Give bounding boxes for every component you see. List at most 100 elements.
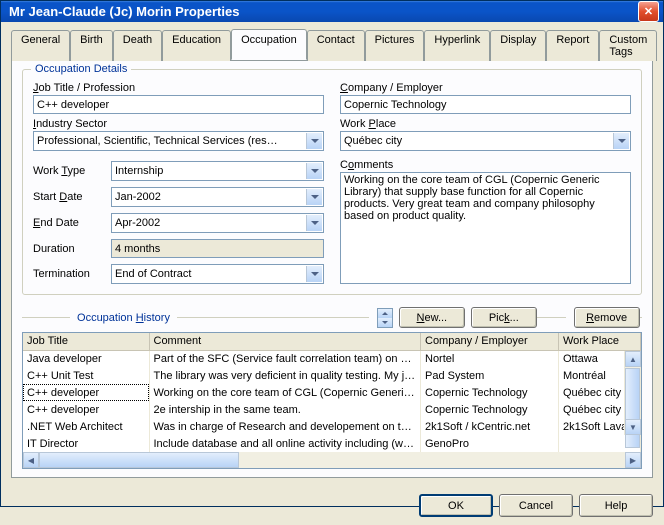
cancel-button[interactable]: Cancel	[499, 494, 573, 517]
history-grid[interactable]: Job Title Comment Company / Employer Wor…	[23, 333, 641, 452]
table-cell: Was in charge of Research and developeme…	[149, 418, 421, 435]
tab-pictures[interactable]: Pictures	[365, 30, 425, 61]
tab-contact[interactable]: Contact	[307, 30, 365, 61]
job-title-label: Job Title / Profession	[33, 82, 324, 94]
chevron-down-icon[interactable]	[613, 133, 629, 149]
ok-button[interactable]: OK	[419, 494, 493, 517]
table-row[interactable]: IT DirectorInclude database and all onli…	[23, 435, 641, 452]
table-row[interactable]: .NET Web ArchitectWas in charge of Resea…	[23, 418, 641, 435]
table-cell: Pad System	[421, 367, 559, 384]
spin-down-icon[interactable]	[378, 318, 392, 327]
table-cell: Java developer	[23, 350, 149, 367]
chevron-down-icon[interactable]	[306, 189, 322, 205]
table-cell: Working on the core team of CGL (Coperni…	[149, 384, 421, 401]
company-label: Company / Employer	[340, 82, 631, 94]
table-cell: Include database and all online activity…	[149, 435, 421, 452]
table-row[interactable]: Java developerPart of the SFC (Service f…	[23, 350, 641, 367]
properties-window: Mr Jean-Claude (Jc) Morin Properties ✕ G…	[0, 0, 664, 507]
col-company[interactable]: Company / Employer	[421, 333, 559, 350]
industry-value: Professional, Scientific, Technical Serv…	[37, 135, 305, 147]
startdate-label: Start Date	[33, 191, 111, 203]
pick-button[interactable]: Pick...	[471, 307, 537, 328]
chevron-down-icon[interactable]	[306, 215, 322, 231]
enddate-value: Apr-2002	[115, 217, 305, 229]
industry-combo[interactable]: Professional, Scientific, Technical Serv…	[33, 131, 324, 151]
table-row[interactable]: C++ developer2e intership in the same te…	[23, 401, 641, 418]
table-cell: Copernic Technology	[421, 401, 559, 418]
order-spinner[interactable]	[377, 308, 393, 328]
col-comment[interactable]: Comment	[149, 333, 421, 350]
chevron-down-icon[interactable]	[306, 266, 322, 282]
details-legend: Occupation Details	[31, 63, 131, 75]
table-cell: 2k1Soft / kCentric.net	[421, 418, 559, 435]
history-table-wrap: Job Title Comment Company / Employer Wor…	[22, 332, 642, 469]
workplace-combo[interactable]: Québec city	[340, 131, 631, 151]
spin-up-icon[interactable]	[378, 309, 392, 318]
tab-report[interactable]: Report	[546, 30, 599, 61]
scroll-thumb[interactable]	[625, 368, 640, 448]
new-button[interactable]: New...	[399, 307, 465, 328]
close-button[interactable]: ✕	[638, 1, 659, 22]
comments-label: Comments	[340, 159, 631, 171]
chevron-down-icon[interactable]	[306, 163, 322, 179]
table-row[interactable]: C++ developerWorking on the core team of…	[23, 384, 641, 401]
tab-education[interactable]: Education	[162, 30, 231, 61]
worktype-label: Work Type	[33, 165, 111, 177]
table-cell: Nortel	[421, 350, 559, 367]
enddate-label: End Date	[33, 217, 111, 229]
termination-combo[interactable]: End of Contract	[111, 264, 324, 284]
titlebar: Mr Jean-Claude (Jc) Morin Properties ✕	[1, 1, 663, 22]
table-cell: .NET Web Architect	[23, 418, 149, 435]
scroll-right-icon[interactable]: ▶	[625, 452, 641, 468]
tab-hyperlink[interactable]: Hyperlink	[424, 30, 490, 61]
tab-display[interactable]: Display	[490, 30, 546, 61]
table-cell: IT Director	[23, 435, 149, 452]
occupation-details-group: Occupation Details Job Title / Professio…	[22, 69, 642, 295]
window-body: General Birth Death Education Occupation…	[1, 22, 663, 486]
company-input[interactable]	[340, 95, 631, 114]
table-cell: GenoPro	[421, 435, 559, 452]
horizontal-scrollbar[interactable]: ◀ ▶	[23, 452, 641, 468]
history-header: Occupation History New... Pick... Remove	[22, 307, 642, 328]
enddate-combo[interactable]: Apr-2002	[111, 213, 324, 233]
job-title-input[interactable]	[33, 95, 324, 114]
comments-textarea[interactable]	[340, 172, 631, 284]
col-job-title[interactable]: Job Title	[23, 333, 149, 350]
table-cell: 2e intership in the same team.	[149, 401, 421, 418]
tab-occupation[interactable]: Occupation	[231, 29, 307, 60]
worktype-combo[interactable]: Internship	[111, 161, 324, 181]
hscroll-thumb[interactable]	[39, 452, 239, 468]
scroll-up-icon[interactable]: ▲	[625, 351, 641, 367]
duration-field	[111, 239, 324, 258]
table-cell: C++ Unit Test	[23, 367, 149, 384]
industry-label: Industry Sector	[33, 118, 324, 130]
startdate-combo[interactable]: Jan-2002	[111, 187, 324, 207]
tab-general[interactable]: General	[11, 30, 70, 61]
tab-custom-tags[interactable]: Custom Tags	[599, 30, 657, 61]
tab-birth[interactable]: Birth	[70, 30, 113, 61]
table-cell: C++ developer	[23, 401, 149, 418]
occupation-panel: Occupation Details Job Title / Professio…	[11, 60, 653, 478]
workplace-label: Work Place	[340, 118, 631, 130]
col-workplace[interactable]: Work Place	[559, 333, 641, 350]
window-title: Mr Jean-Claude (Jc) Morin Properties	[9, 4, 638, 19]
history-legend: Occupation History	[70, 312, 177, 324]
table-cell: Part of the SFC (Service fault correlati…	[149, 350, 421, 367]
help-button[interactable]: Help	[579, 494, 653, 517]
termination-label: Termination	[33, 268, 111, 280]
workplace-value: Québec city	[344, 135, 612, 147]
vertical-scrollbar[interactable]: ▲ ▼	[624, 351, 640, 435]
scroll-down-icon[interactable]: ▼	[625, 419, 641, 435]
startdate-value: Jan-2002	[115, 191, 305, 203]
table-row[interactable]: C++ Unit TestThe library was very defici…	[23, 367, 641, 384]
tab-death[interactable]: Death	[113, 30, 162, 61]
table-cell: C++ developer	[23, 384, 149, 401]
dialog-footer: OK Cancel Help	[1, 486, 663, 525]
chevron-down-icon[interactable]	[306, 133, 322, 149]
duration-label: Duration	[33, 243, 111, 255]
remove-button[interactable]: Remove	[574, 307, 640, 328]
scroll-left-icon[interactable]: ◀	[23, 452, 39, 468]
termination-value: End of Contract	[115, 268, 305, 280]
table-cell: Copernic Technology	[421, 384, 559, 401]
table-cell: The library was very deficient in qualit…	[149, 367, 421, 384]
